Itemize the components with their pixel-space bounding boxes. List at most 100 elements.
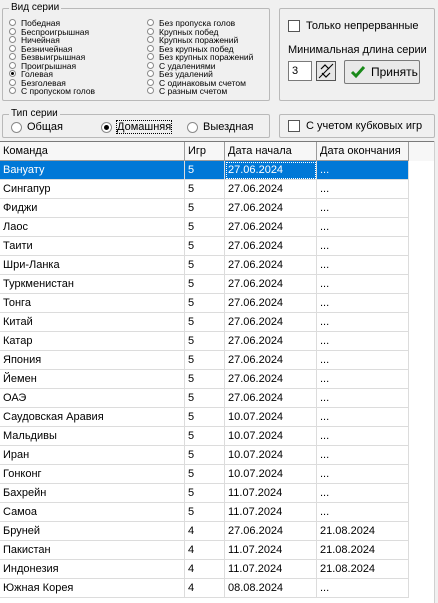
team-cell: ОАЭ — [0, 389, 185, 408]
col-end-header[interactable]: Дата окончания — [317, 142, 409, 161]
team-cell: Индонезия — [0, 560, 185, 579]
min-length-input[interactable]: 3 — [288, 61, 312, 81]
table-row[interactable]: Бахрейн 5 11.07.2024... — [0, 484, 434, 503]
team-cell: Япония — [0, 351, 185, 370]
radio-button[interactable] — [9, 53, 16, 60]
series-type-title: Тип серии — [9, 108, 60, 120]
games-cell: 5 — [185, 256, 225, 275]
table-row[interactable]: Китай 5 27.06.2024... — [0, 313, 434, 332]
radio-button[interactable] — [147, 61, 154, 69]
games-cell: 5 — [185, 427, 225, 446]
radio-button[interactable] — [9, 70, 16, 77]
games-cell: 5 — [185, 199, 225, 218]
radio-button[interactable] — [147, 36, 154, 43]
table-row[interactable]: Вануату 5 27.06.2024... — [0, 161, 434, 180]
table-row[interactable]: Сингапур 5 27.06.2024... — [0, 180, 434, 199]
start-date-cell: 27.06.2024 — [225, 351, 317, 370]
table-row[interactable]: Индонезия 4 11.07.2024 21.08.2024 — [0, 560, 434, 579]
radio-button[interactable] — [147, 53, 154, 60]
team-cell: Бруней — [0, 522, 185, 541]
series-kind-option-l8[interactable]: С пропуском голов — [9, 87, 95, 96]
min-length-spinner[interactable] — [316, 61, 336, 81]
games-cell: 5 — [185, 389, 225, 408]
table-row[interactable]: Бруней 4 27.06.2024 21.08.2024 — [0, 522, 434, 541]
start-date-cell: 27.06.2024 — [225, 522, 317, 541]
team-cell: Саудовская Аравия — [0, 408, 185, 427]
series-type-option-0[interactable]: Общая — [11, 121, 63, 133]
team-cell: Шри-Ланка — [0, 256, 185, 275]
start-date-cell: 11.07.2024 — [225, 560, 317, 579]
cups-box[interactable] — [288, 120, 300, 132]
games-cell: 5 — [185, 161, 225, 180]
end-date-cell: ... — [317, 161, 409, 180]
radio-button[interactable] — [147, 78, 154, 86]
table-row[interactable]: Самоа 5 11.07.2024... — [0, 503, 434, 522]
end-date-cell: ... — [317, 465, 409, 484]
radio-button[interactable] — [11, 121, 22, 133]
series-kind-left-column: Победная Беспроигрышная Ничейная Безничейна… — [9, 19, 95, 96]
radio-button[interactable] — [9, 19, 16, 26]
min-length-label: Минимальная длина серии — [288, 44, 427, 56]
table-row[interactable]: Фиджи 5 27.06.2024... — [0, 199, 434, 218]
start-date-cell: 11.07.2024 — [225, 541, 317, 560]
apply-button[interactable]: Принять — [344, 60, 420, 84]
table-row[interactable]: Саудовская Аравия 5 10.07.2024... — [0, 408, 434, 427]
radio-button[interactable] — [147, 27, 154, 35]
radio-button[interactable] — [147, 70, 154, 77]
games-cell: 5 — [185, 408, 225, 427]
col-start-header[interactable]: Дата начала — [225, 142, 317, 161]
radio-button[interactable] — [9, 27, 16, 35]
continuous-only-checkbox[interactable]: Только непрерванные — [288, 20, 419, 32]
col-games-header[interactable]: Игр — [185, 142, 225, 161]
radio-button[interactable] — [147, 19, 154, 26]
spin-arrows-icon — [318, 63, 334, 79]
table-row[interactable]: Таити 5 27.06.2024... — [0, 237, 434, 256]
table-row[interactable]: Гонконг 5 10.07.2024... — [0, 465, 434, 484]
radio-button[interactable] — [147, 44, 154, 52]
table-row[interactable]: Тонга 5 27.06.2024... — [0, 294, 434, 313]
table-row[interactable]: Лаос 5 27.06.2024... — [0, 218, 434, 237]
table-row[interactable]: Йемен 5 27.06.2024... — [0, 370, 434, 389]
start-date-cell: 27.06.2024 — [225, 256, 317, 275]
table-row[interactable]: Пакистан 4 11.07.2024 21.08.2024 — [0, 541, 434, 560]
radio-button[interactable] — [9, 61, 16, 69]
team-cell: Китай — [0, 313, 185, 332]
radio-button[interactable] — [147, 87, 154, 94]
cups-checkbox[interactable]: С учетом кубковых игр — [288, 120, 422, 132]
end-date-cell: ... — [317, 408, 409, 427]
start-date-cell: 27.06.2024 — [225, 370, 317, 389]
end-date-cell: ... — [317, 579, 409, 598]
team-cell: Туркменистан — [0, 275, 185, 294]
table-row[interactable]: Катар 5 27.06.2024... — [0, 332, 434, 351]
end-date-cell: ... — [317, 484, 409, 503]
table-row[interactable]: Туркменистан 5 27.06.2024... — [0, 275, 434, 294]
radio-button[interactable] — [9, 44, 16, 52]
table-header: Команда Игр Дата начала Дата окончания — [0, 142, 434, 161]
table-row[interactable]: ОАЭ 5 27.06.2024... — [0, 389, 434, 408]
radio-button[interactable] — [187, 121, 198, 133]
continuous-only-label: Только непрерванные — [306, 20, 419, 32]
table-scrollbar[interactable] — [434, 141, 438, 603]
table-row[interactable]: Шри-Ланка 5 27.06.2024... — [0, 256, 434, 275]
radio-button[interactable] — [101, 121, 112, 133]
start-date-cell: 27.06.2024 — [225, 313, 317, 332]
table-row[interactable]: Иран 5 10.07.2024... — [0, 446, 434, 465]
table-row[interactable]: Япония 5 27.06.2024... — [0, 351, 434, 370]
games-cell: 4 — [185, 579, 225, 598]
series-kind-option-r8[interactable]: С разным счетом — [147, 87, 253, 96]
games-cell: 5 — [185, 503, 225, 522]
radio-button[interactable] — [9, 36, 16, 43]
start-date-cell: 27.06.2024 — [225, 389, 317, 408]
games-cell: 5 — [185, 313, 225, 332]
radio-button[interactable] — [9, 78, 16, 86]
radio-button[interactable] — [9, 87, 16, 94]
games-cell: 5 — [185, 446, 225, 465]
cups-label: С учетом кубковых игр — [306, 120, 423, 132]
continuous-only-box[interactable] — [288, 20, 300, 32]
series-type-option-1[interactable]: Домашняя — [101, 120, 173, 134]
col-team-header[interactable]: Команда — [0, 142, 185, 161]
table-row[interactable]: Южная Корея 4 08.08.2024... — [0, 579, 434, 598]
series-type-option-2[interactable]: Выездная — [187, 121, 254, 133]
table-row[interactable]: Мальдивы 5 10.07.2024... — [0, 427, 434, 446]
option-label: Домашняя — [115, 120, 173, 134]
